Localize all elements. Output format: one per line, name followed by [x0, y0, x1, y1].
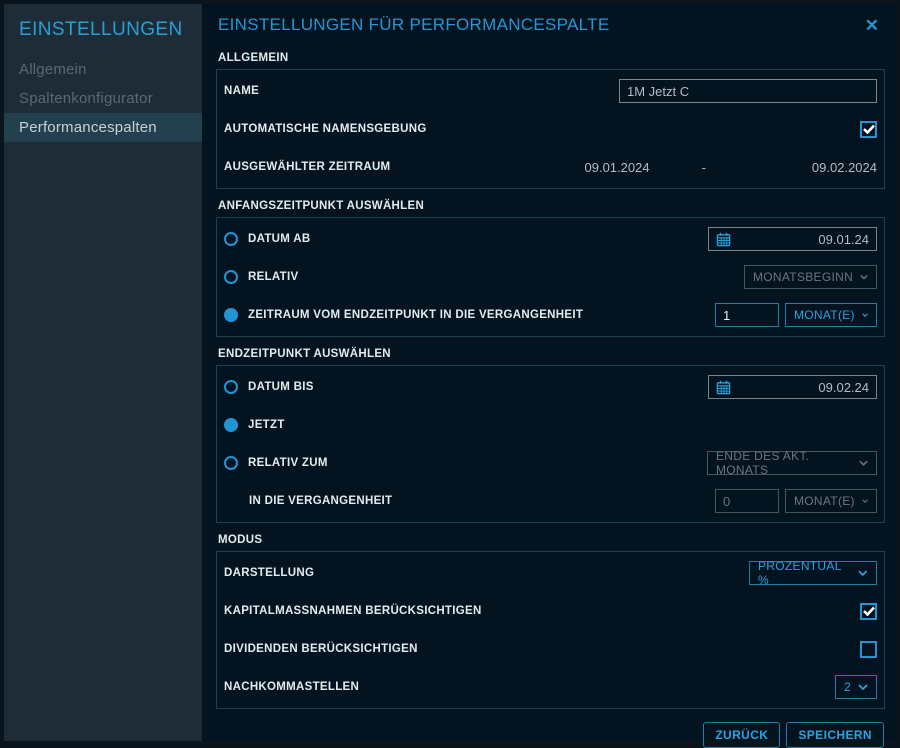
section-modus: DARSTELLUNG PROZENTUAL % KAPITALMASSNAHM… — [216, 551, 885, 709]
main-panel: EINSTELLUNGEN FÜR PERFORMANCESPALTE ✕ AL… — [202, 4, 896, 741]
settings-window: EINSTELLUNGEN Allgemein Spaltenkonfigura… — [0, 0, 900, 745]
dialog-title: EINSTELLUNGEN FÜR PERFORMANCESPALTE — [218, 15, 610, 35]
section-allgemein: NAME AUTOMATISCHE NAMENSGEBUNG AUSGEWÄHL… — [216, 69, 885, 189]
row-datum-bis: DATUM BIS 09.02.24 — [224, 368, 877, 406]
in-vergangenheit-unit-value: MONAT(E) — [794, 494, 855, 508]
close-icon[interactable]: ✕ — [861, 17, 883, 34]
chevron-down-icon — [862, 498, 868, 504]
relativ-zum-radio[interactable] — [224, 456, 238, 470]
auto-naming-label: AUTOMATISCHE NAMENSGEBUNG — [224, 123, 427, 135]
darstellung-select[interactable]: PROZENTUAL % — [749, 561, 877, 585]
section-ende: DATUM BIS 09.02.24 — [216, 365, 885, 523]
zeitraum-to: 09.02.2024 — [812, 160, 877, 175]
sidebar-item-spaltenkonfigurator[interactable]: Spaltenkonfigurator — [4, 84, 202, 113]
zeitraum-separator: - — [702, 160, 706, 175]
datum-ab-radio[interactable] — [224, 232, 238, 246]
calendar-icon — [716, 380, 731, 395]
check-icon — [863, 606, 875, 616]
zeitraum-count-input[interactable] — [715, 303, 779, 327]
nachkommastellen-label: NACHKOMMASTELLEN — [224, 681, 359, 693]
datum-bis-value: 09.02.24 — [818, 380, 869, 395]
calendar-icon — [716, 232, 731, 247]
chevron-down-icon — [860, 274, 868, 280]
sidebar: EINSTELLUNGEN Allgemein Spaltenkonfigura… — [4, 4, 202, 741]
row-darstellung: DARSTELLUNG PROZENTUAL % — [224, 554, 877, 592]
auto-naming-checkbox[interactable] — [860, 121, 877, 138]
zeitraum-controls: MONAT(E) — [715, 303, 877, 327]
dividenden-checkbox[interactable] — [860, 641, 877, 658]
back-button[interactable]: ZURÜCK — [703, 722, 780, 748]
jetzt-label: JETZT — [248, 419, 285, 431]
zeitraum-unit-select[interactable]: MONAT(E) — [785, 303, 877, 327]
relativ-label: RELATIV — [248, 271, 298, 283]
relativ-select-value: MONATSBEGINN — [753, 270, 853, 284]
sidebar-title: EINSTELLUNGEN — [4, 4, 202, 55]
relativ-zum-select: ENDE DES AKT. MONATS — [707, 451, 877, 475]
relativ-zum-label: RELATIV ZUM — [248, 457, 328, 469]
datum-bis-label: DATUM BIS — [248, 381, 314, 393]
kapitalmassnahmen-checkbox[interactable] — [860, 603, 877, 620]
row-zeitraum: AUSGEWÄHLTER ZEITRAUM 09.01.2024 - 09.02… — [224, 148, 877, 186]
section-title-ende: ENDZEITPUNKT AUSWÄHLEN — [218, 348, 883, 360]
save-button[interactable]: SPEICHERN — [786, 722, 884, 748]
zeitraum-from: 09.01.2024 — [585, 160, 650, 175]
in-vergangenheit-unit-select: MONAT(E) — [785, 489, 877, 513]
nachkommastellen-value: 2 — [844, 680, 851, 694]
row-dividenden: DIVIDENDEN BERÜCKSICHTIGEN — [224, 630, 877, 668]
row-zeitraum-vergangenheit: ZEITRAUM VOM ENDZEITPUNKT IN DIE VERGANG… — [224, 296, 877, 334]
kapitalmassnahmen-label: KAPITALMASSNAHMEN BERÜCKSICHTIGEN — [224, 605, 482, 617]
darstellung-label: DARSTELLUNG — [224, 567, 314, 579]
name-input[interactable] — [619, 79, 877, 103]
zeitraum-range: 09.01.2024 - 09.02.2024 — [585, 160, 878, 175]
name-label: NAME — [224, 85, 259, 97]
dialog-header: EINSTELLUNGEN FÜR PERFORMANCESPALTE ✕ — [216, 4, 885, 41]
datum-bis-field[interactable]: 09.02.24 — [708, 375, 877, 399]
section-title-modus: MODUS — [218, 534, 883, 546]
chevron-down-icon — [858, 684, 868, 690]
row-datum-ab: DATUM AB 09.01.24 — [224, 220, 877, 258]
check-icon — [863, 124, 875, 134]
dialog-footer: ZURÜCK SPEICHERN — [216, 722, 885, 748]
datum-ab-label: DATUM AB — [248, 233, 310, 245]
chevron-down-icon — [859, 460, 868, 466]
row-auto-naming: AUTOMATISCHE NAMENSGEBUNG — [224, 110, 877, 148]
zeitraum-label: AUSGEWÄHLTER ZEITRAUM — [224, 161, 390, 173]
relativ-select: MONATSBEGINN — [744, 265, 877, 289]
row-jetzt: JETZT — [224, 406, 877, 444]
datum-ab-value: 09.01.24 — [818, 232, 869, 247]
datum-ab-field[interactable]: 09.01.24 — [708, 227, 877, 251]
jetzt-radio[interactable] — [224, 418, 238, 432]
chevron-down-icon — [862, 312, 868, 318]
datum-bis-radio[interactable] — [224, 380, 238, 394]
dividenden-label: DIVIDENDEN BERÜCKSICHTIGEN — [224, 643, 418, 655]
row-in-vergangenheit: IN DIE VERGANGENHEIT MONAT(E) — [224, 482, 877, 520]
in-vergangenheit-label: IN DIE VERGANGENHEIT — [224, 495, 392, 507]
chevron-down-icon — [858, 570, 868, 576]
relativ-radio[interactable] — [224, 270, 238, 284]
row-kapitalmassnahmen: KAPITALMASSNAHMEN BERÜCKSICHTIGEN — [224, 592, 877, 630]
sidebar-item-allgemein[interactable]: Allgemein — [4, 55, 202, 84]
in-vergangenheit-count-input — [715, 489, 779, 513]
section-title-anfang: ANFANGSZEITPUNKT AUSWÄHLEN — [218, 200, 883, 212]
relativ-zum-value: ENDE DES AKT. MONATS — [716, 449, 852, 477]
sidebar-item-performancespalten[interactable]: Performancespalten — [4, 113, 202, 142]
zeitraum-vergangenheit-label: ZEITRAUM VOM ENDZEITPUNKT IN DIE VERGANG… — [248, 309, 583, 321]
darstellung-value: PROZENTUAL % — [758, 559, 851, 587]
nachkommastellen-select[interactable]: 2 — [835, 675, 877, 699]
zeitraum-radio[interactable] — [224, 308, 238, 322]
section-title-allgemein: ALLGEMEIN — [218, 52, 883, 64]
zeitraum-unit-value: MONAT(E) — [794, 308, 855, 322]
section-anfang: DATUM AB 09.01.24 — [216, 217, 885, 337]
row-nachkommastellen: NACHKOMMASTELLEN 2 — [224, 668, 877, 706]
row-relativ: RELATIV MONATSBEGINN — [224, 258, 877, 296]
in-vergangenheit-controls: MONAT(E) — [715, 489, 877, 513]
row-name: NAME — [224, 72, 877, 110]
row-relativ-zum: RELATIV ZUM ENDE DES AKT. MONATS — [224, 444, 877, 482]
